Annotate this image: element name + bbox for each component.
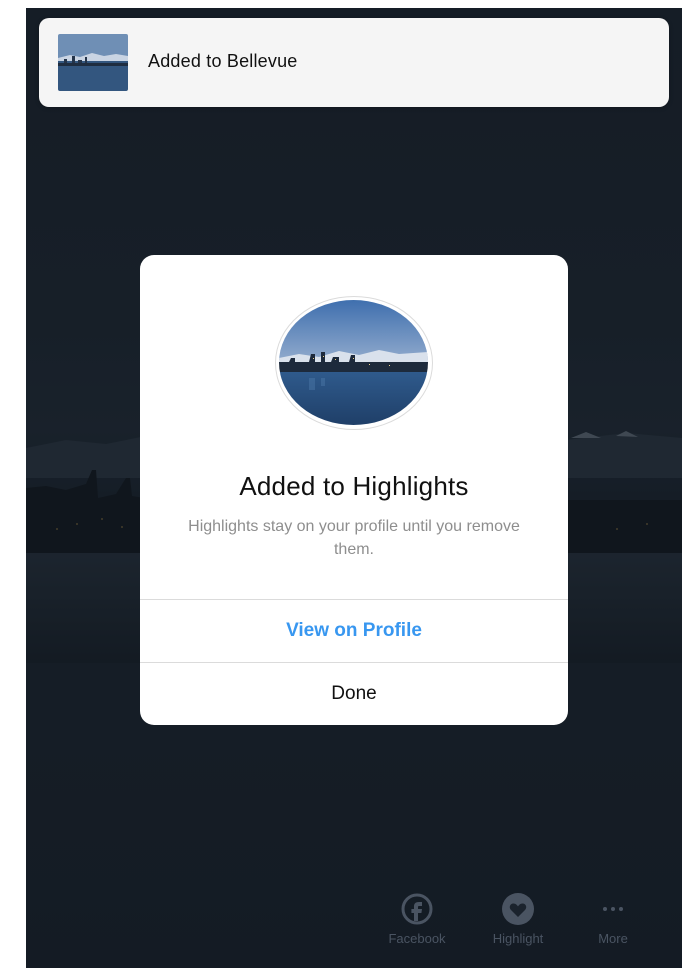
highlight-cover-photo — [279, 300, 428, 425]
done-button[interactable]: Done — [140, 663, 568, 725]
share-more-label: More — [598, 931, 628, 946]
share-more[interactable]: More — [577, 893, 649, 946]
facebook-icon — [401, 893, 433, 925]
heart-icon — [502, 893, 534, 925]
toast-thumbnail-image — [58, 34, 128, 91]
highlight-cover-image — [279, 300, 428, 425]
more-icon — [603, 907, 623, 911]
added-toast[interactable]: Added to Bellevue — [39, 18, 669, 107]
share-highlight-label: Highlight — [492, 931, 544, 946]
share-facebook-label: Facebook — [388, 931, 446, 946]
share-facebook[interactable]: Facebook — [372, 893, 462, 946]
dialog-title: Added to Highlights — [239, 471, 469, 501]
view-on-profile-button[interactable]: View on Profile — [140, 600, 568, 662]
toast-message: Added to Bellevue — [148, 51, 298, 71]
highlight-cover-ring — [275, 296, 433, 430]
share-highlight[interactable]: Highlight — [473, 893, 563, 946]
toast-thumbnail — [58, 34, 128, 91]
highlight-added-dialog: Added to Highlights Highlights stay on y… — [140, 255, 568, 725]
dialog-message: Highlights stay on your profile until yo… — [188, 518, 520, 558]
